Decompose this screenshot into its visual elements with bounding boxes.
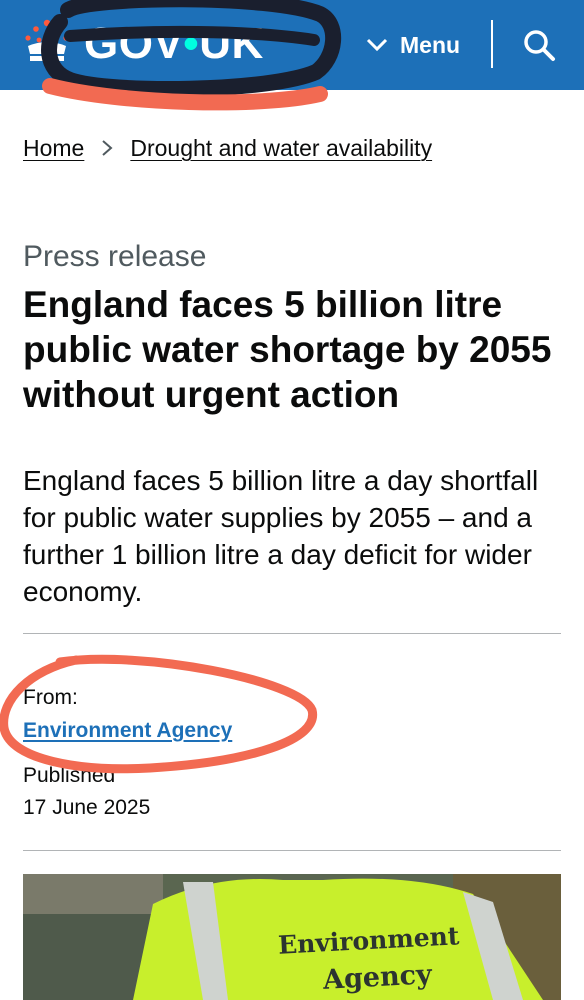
site-header: GOV•UK Menu <box>0 0 584 90</box>
page-title: England faces 5 billion litre public wat… <box>23 284 552 415</box>
breadcrumb-home[interactable]: Home <box>23 135 84 162</box>
search-icon[interactable] <box>522 28 556 62</box>
vest-text-line2: Agency <box>322 959 433 996</box>
from-label: From: <box>23 686 78 709</box>
logo-end: UK <box>199 19 264 68</box>
breadcrumb: Home Drought and water availability <box>23 132 432 164</box>
lead-paragraph: England faces 5 billion litre a day shor… <box>23 465 539 607</box>
published-date: 17 June 2025 <box>23 796 151 819</box>
breadcrumb-drought[interactable]: Drought and water availability <box>130 135 432 162</box>
logo-dot: • <box>183 19 200 68</box>
chevron-right-icon <box>102 140 113 156</box>
logo-main: GOV <box>84 19 184 68</box>
published-label: Published <box>23 764 116 787</box>
organisation-link[interactable]: Environment Agency <box>23 716 232 746</box>
govuk-logo[interactable]: GOV•UK <box>84 16 264 72</box>
page-caption: Press release <box>23 240 207 273</box>
header-divider <box>491 20 493 68</box>
section-divider <box>23 850 561 851</box>
crown-icon <box>25 19 69 61</box>
menu-label: Menu <box>400 31 461 58</box>
section-divider <box>23 633 561 634</box>
menu-button[interactable]: Menu <box>366 28 460 62</box>
chevron-down-icon <box>366 38 388 52</box>
article-image: Environment Agency <box>23 874 561 1000</box>
